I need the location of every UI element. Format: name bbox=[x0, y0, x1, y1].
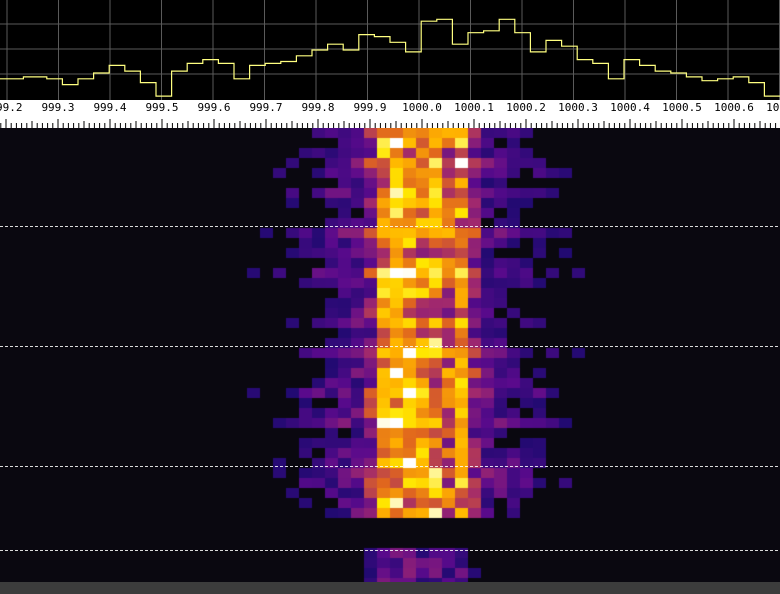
ruler-tick-label: 999.7 bbox=[249, 101, 282, 114]
ruler-tick-label: 1000.2 bbox=[506, 101, 546, 114]
ruler-tick-label: 999.5 bbox=[145, 101, 178, 114]
ruler-tick-label: 999.3 bbox=[41, 101, 74, 114]
ruler-tick-label: 1000.0 bbox=[402, 101, 442, 114]
ruler-tick-label: 1000.1 bbox=[454, 101, 494, 114]
ruler-tick-label: 999.4 bbox=[93, 101, 126, 114]
spectrum-trace bbox=[0, 18, 780, 97]
waterfall-display[interactable] bbox=[0, 128, 780, 582]
frequency-ruler[interactable]: 999.2 999.3 999.4 999.5 999.6 999.7 999.8 999.9… bbox=[0, 100, 780, 128]
ruler-tick-label: 999.9 bbox=[353, 101, 386, 114]
ruler-tick-label: 1000.3 bbox=[558, 101, 598, 114]
ruler-tick-label: 1000.5 bbox=[662, 101, 702, 114]
ruler-tick-label: 1000.4 bbox=[610, 101, 650, 114]
spectrum-plot[interactable] bbox=[0, 0, 780, 100]
waterfall-time-markers bbox=[0, 226, 780, 551]
ruler-tick-label: 999.8 bbox=[301, 101, 334, 114]
status-bar bbox=[0, 582, 780, 594]
ruler-tick-label: 999.2 bbox=[0, 101, 23, 114]
ruler-tick-label: 1000.7 bbox=[766, 101, 780, 114]
frequency-ruler-scale: 999.2 999.3 999.4 999.5 999.6 999.7 999.8 999.9… bbox=[0, 101, 780, 128]
ruler-tick-label: 1000.6 bbox=[714, 101, 754, 114]
spectrum-display[interactable] bbox=[0, 0, 780, 100]
ruler-tick-label: 999.6 bbox=[197, 101, 230, 114]
